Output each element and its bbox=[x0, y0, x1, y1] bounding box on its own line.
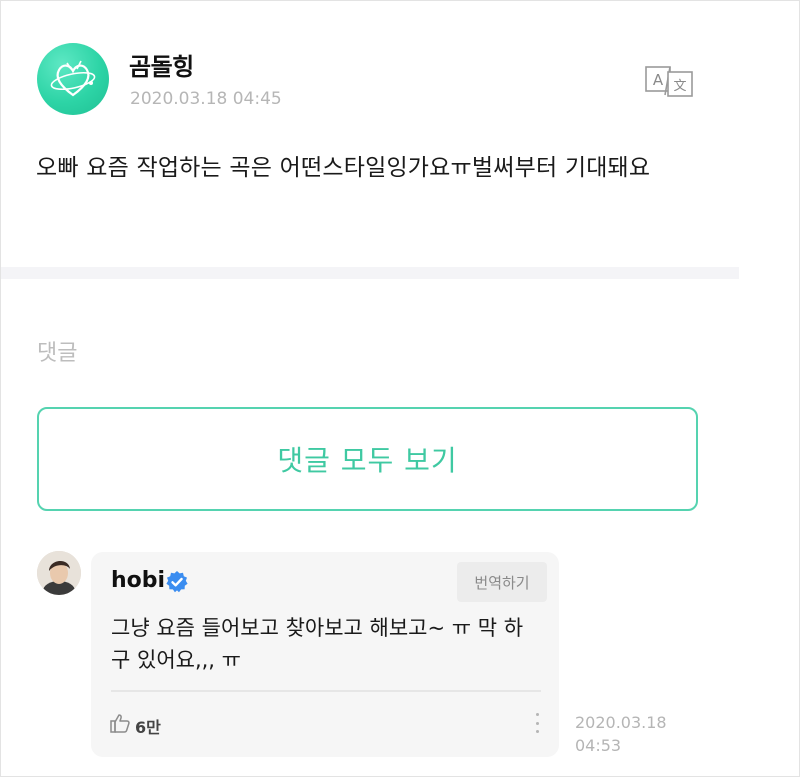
comments-heading: 댓글 bbox=[37, 341, 78, 366]
like-thumb-icon[interactable] bbox=[109, 712, 131, 734]
like-count: 6만 bbox=[135, 718, 161, 737]
profile-photo-icon bbox=[37, 551, 81, 595]
post-date: 2020.03.18 04:45 bbox=[130, 89, 282, 109]
comment-text: 그냥 요즘 들어보고 찾아보고 해보고~ ㅠ 막 하구 있어요,,, ㅠ bbox=[111, 616, 524, 672]
comment-author-name[interactable]: hobi bbox=[111, 568, 165, 593]
post-author-name[interactable]: 곰돌힝 bbox=[129, 47, 194, 82]
post-screen: 곰돌힝 2020.03.18 04:45 A 文 오빠 요즘 작업하는 곡은 어… bbox=[0, 0, 800, 777]
post-body-text: 오빠 요즘 작업하는 곡은 어떤스타일잉가요ㅠ벌써부터 기대돼요 bbox=[36, 155, 651, 181]
more-vertical-icon[interactable] bbox=[531, 710, 543, 736]
heart-logo-icon bbox=[50, 60, 96, 97]
comment-date: 2020.03.18 04:53 bbox=[575, 713, 667, 755]
author-avatar[interactable] bbox=[37, 43, 109, 115]
translate-icon[interactable]: A 文 bbox=[643, 64, 695, 98]
svg-text:A: A bbox=[653, 71, 664, 89]
comment-divider bbox=[111, 690, 541, 692]
view-all-comments-button[interactable]: 댓글 모두 보기 bbox=[37, 407, 698, 511]
verified-badge-icon bbox=[166, 571, 188, 593]
commenter-avatar[interactable] bbox=[37, 551, 81, 595]
comment-card: hobi 번역하기 그냥 요즘 들어보고 찾아보고 해보고~ ㅠ 막 하구 있어… bbox=[91, 552, 559, 757]
section-divider bbox=[1, 267, 739, 279]
translate-comment-button[interactable]: 번역하기 bbox=[457, 562, 547, 602]
svg-text:文: 文 bbox=[673, 79, 686, 94]
